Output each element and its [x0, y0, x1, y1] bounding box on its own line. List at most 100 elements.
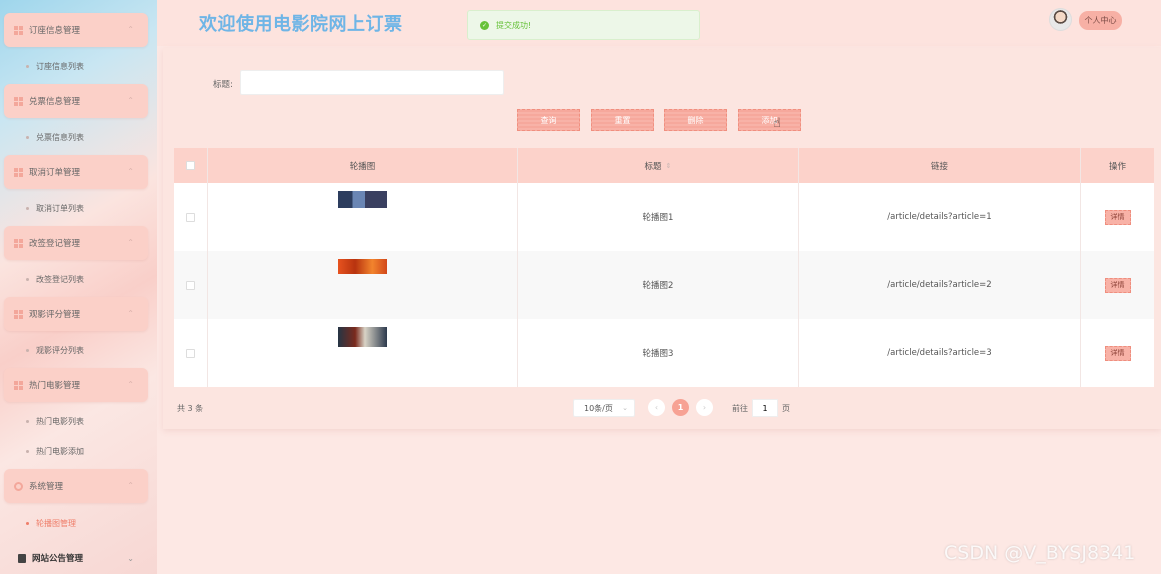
- grid-icon: [14, 96, 23, 106]
- success-toast: ✓ 提交成功!: [467, 10, 700, 40]
- sidebar-group-hot-movies[interactable]: 热门电影管理 ⌃: [4, 368, 148, 402]
- bullet-icon: [26, 64, 29, 68]
- check-circle-icon: ✓: [480, 20, 489, 30]
- chevron-up-icon: ⌃: [127, 96, 134, 105]
- sidebar-item-hot-movies-add[interactable]: 热门电影添加: [0, 438, 150, 464]
- query-button[interactable]: 查询: [517, 109, 580, 131]
- grid-icon: [14, 25, 23, 35]
- column-header-link: 链接: [799, 148, 1081, 183]
- title-search-input[interactable]: [240, 70, 504, 95]
- total-count: 共 3 条: [177, 404, 204, 413]
- bullet-icon: [26, 419, 29, 423]
- sidebar-item-rebook-list[interactable]: 改签登记列表: [0, 266, 150, 292]
- table-row: 轮播图3 /article/details?article=3 详情: [174, 319, 1154, 387]
- sidebar-item-label: 热门电影列表: [36, 416, 84, 426]
- sidebar-item-label: 取消订单列表: [36, 203, 84, 213]
- image-cell: [208, 251, 518, 319]
- action-cell: 详情: [1081, 183, 1154, 251]
- chevron-up-icon: ⌃: [127, 238, 134, 247]
- sidebar-item-hot-movies-list[interactable]: 热门电影列表: [0, 408, 150, 434]
- sidebar-item-carousel[interactable]: 轮播图管理: [0, 510, 150, 536]
- carousel-table: 轮播图 标题 ⇕ 链接 操作 轮播图1 /article/details?art…: [174, 148, 1154, 388]
- detail-button[interactable]: 详情: [1104, 277, 1131, 293]
- bullet-icon: [26, 277, 29, 281]
- bullet-icon: [26, 521, 29, 525]
- row-checkbox[interactable]: [186, 348, 195, 358]
- sidebar-item-rating-list[interactable]: 观影评分列表: [0, 337, 150, 363]
- sidebar-group-system[interactable]: 系统管理 ⌃: [4, 469, 148, 503]
- link-cell: /article/details?article=3: [799, 319, 1081, 387]
- action-cell: 详情: [1081, 319, 1154, 387]
- grid-icon: [14, 380, 23, 390]
- sidebar-group-label: 热门电影管理: [29, 381, 81, 391]
- sidebar-group-label: 观影评分管理: [29, 310, 81, 320]
- row-checkbox[interactable]: [186, 212, 195, 222]
- table-row: 轮播图1 /article/details?article=1 详情: [174, 183, 1154, 251]
- carousel-thumbnail: [338, 327, 387, 347]
- title-cell: 轮播图3: [518, 319, 799, 387]
- reset-button[interactable]: 重置: [591, 109, 654, 131]
- link-cell: /article/details?article=2: [799, 251, 1081, 319]
- grid-icon: [14, 238, 23, 248]
- sidebar-group-label: 兑票信息管理: [29, 97, 81, 107]
- sidebar-group-label: 订座信息管理: [29, 26, 81, 36]
- chevron-down-icon: ⌄: [622, 404, 628, 412]
- chevron-down-icon: ⌄: [127, 553, 134, 563]
- next-page-button[interactable]: ›: [696, 399, 713, 416]
- row-select-cell: [174, 251, 208, 319]
- sidebar-group-redeem[interactable]: 兑票信息管理 ⌃: [4, 84, 148, 118]
- select-all-cell: [174, 148, 208, 183]
- document-icon: [18, 553, 26, 563]
- sidebar-group-label: 系统管理: [29, 482, 64, 492]
- sidebar-item-cancel-list[interactable]: 取消订单列表: [0, 195, 150, 221]
- carousel-thumbnail: [338, 259, 387, 274]
- chevron-up-icon: ⌃: [127, 481, 134, 490]
- sidebar-item-label: 订座信息列表: [36, 61, 84, 71]
- chevron-up-icon: ⌃: [127, 380, 134, 389]
- select-all-checkbox[interactable]: [186, 161, 195, 170]
- detail-button[interactable]: 详情: [1104, 345, 1131, 361]
- chevron-right-icon: ›: [702, 403, 707, 412]
- detail-button[interactable]: 详情: [1104, 209, 1131, 225]
- sidebar-item-label: 轮播图管理: [36, 518, 76, 528]
- row-checkbox[interactable]: [186, 280, 195, 290]
- sidebar-group-rating[interactable]: 观影评分管理 ⌃: [4, 297, 148, 331]
- bullet-icon: [26, 348, 29, 352]
- table-row: 轮播图2 /article/details?article=2 详情: [174, 251, 1154, 319]
- goto-page-input[interactable]: [752, 399, 778, 417]
- column-header-action: 操作: [1108, 161, 1126, 172]
- sidebar-group-label: 取消订单管理: [29, 168, 81, 178]
- column-header-title[interactable]: 标题 ⇕: [518, 148, 799, 183]
- column-header-title-label: 标题: [644, 161, 662, 172]
- sidebar-group-rebook[interactable]: 改签登记管理 ⌃: [4, 226, 148, 260]
- bullet-icon: [26, 206, 29, 210]
- add-button[interactable]: 添加: [738, 109, 801, 131]
- sidebar-group-announcements[interactable]: 网站公告管理 ⌄: [4, 546, 148, 570]
- grid-icon: [14, 309, 23, 319]
- goto-label: 前往: [732, 404, 748, 413]
- sort-icon[interactable]: ⇕: [666, 162, 672, 170]
- carousel-thumbnail: [338, 191, 387, 208]
- sidebar-item-label: 热门电影添加: [36, 446, 84, 456]
- prev-page-button[interactable]: ‹: [648, 399, 665, 416]
- watermark: CSDN @V_BYSJ8341: [944, 542, 1136, 564]
- chevron-left-icon: ‹: [654, 403, 659, 412]
- avatar[interactable]: [1049, 8, 1072, 31]
- user-center-button[interactable]: 个人中心: [1079, 11, 1122, 30]
- sidebar-group-booking[interactable]: 订座信息管理 ⌃: [4, 13, 148, 47]
- delete-button[interactable]: 删除: [664, 109, 727, 131]
- image-cell: [208, 319, 518, 387]
- sidebar-item-redeem-list[interactable]: 兑票信息列表: [0, 124, 150, 150]
- sidebar: 订座信息管理 ⌃ 订座信息列表 兑票信息管理 ⌃ 兑票信息列表 取消订单管理 ⌃…: [0, 0, 157, 574]
- row-select-cell: [174, 183, 208, 251]
- action-cell: 详情: [1081, 251, 1154, 319]
- sidebar-item-booking-list[interactable]: 订座信息列表: [0, 53, 150, 79]
- page-number-current[interactable]: 1: [672, 399, 689, 416]
- toast-message: 提交成功!: [496, 20, 532, 30]
- sidebar-item-label: 兑票信息列表: [36, 132, 84, 142]
- title-cell: 轮播图2: [518, 251, 799, 319]
- image-cell: [208, 183, 518, 251]
- sidebar-item-label: 观影评分列表: [36, 345, 84, 355]
- page-size-select[interactable]: 10条/页 ⌄: [573, 399, 635, 417]
- sidebar-group-cancel[interactable]: 取消订单管理 ⌃: [4, 155, 148, 189]
